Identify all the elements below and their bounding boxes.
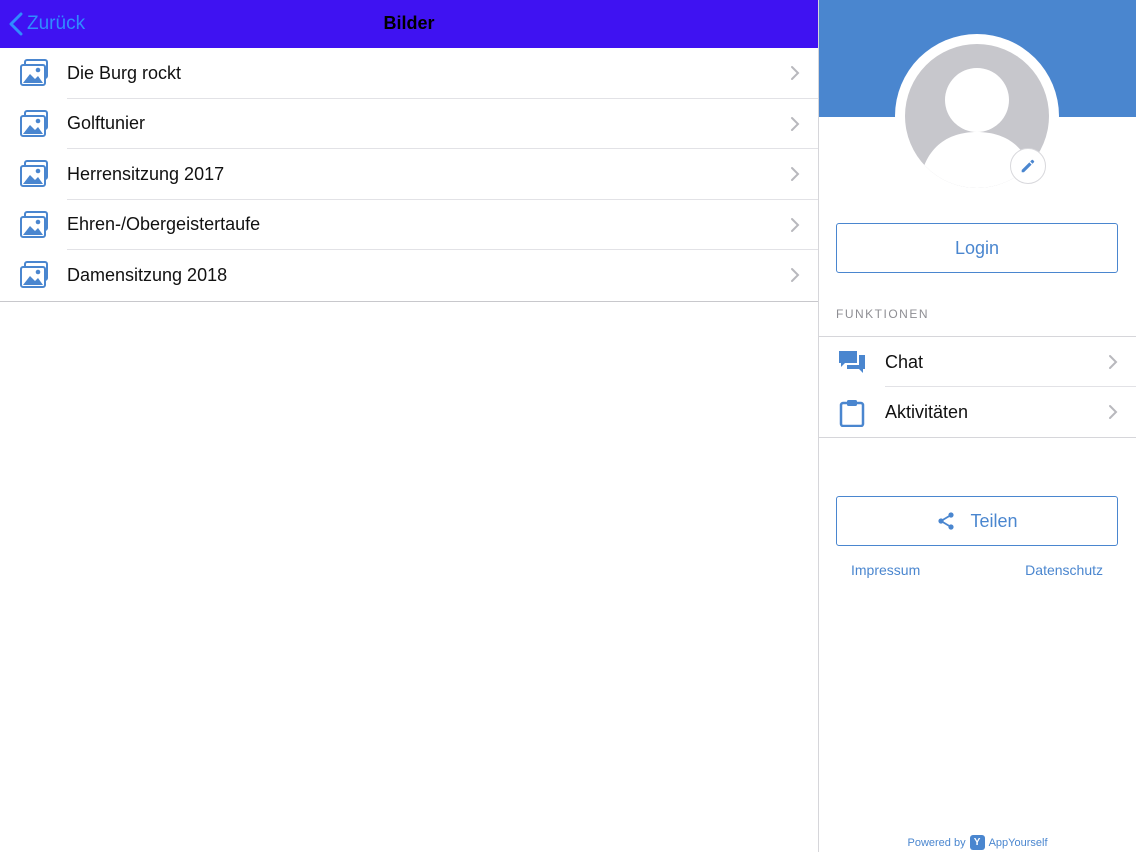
photo-album-icon [20,160,48,187]
album-item[interactable]: Damensitzung 2018 [0,250,818,301]
chevron-right-icon [791,66,800,81]
edit-avatar-button[interactable] [1010,148,1046,184]
share-label: Teilen [970,510,1018,531]
login-button[interactable]: Login [836,223,1118,273]
chevron-right-icon [1109,405,1118,419]
album-item[interactable]: Die Burg rockt [0,48,818,99]
photo-album-icon [20,210,48,238]
appyourself-logo-icon: Y [969,835,985,850]
side-menu: Login FUNKTIONEN Chat Aktivitäten Teilen… [819,0,1136,852]
menu-item-aktivitaeten[interactable]: Aktivitäten [819,387,1136,437]
section-title: FUNKTIONEN [836,307,929,321]
datenschutz-link[interactable]: Datenschutz [1025,562,1103,578]
powered-by-footer[interactable]: Powered by Y AppYourself [819,835,1136,850]
gallery-pane: Zurück Bilder Die Burg rockt Golftunier … [0,0,818,852]
album-item[interactable]: Golftunier [0,99,818,149]
photo-album-icon [20,109,48,137]
login-label: Login [954,237,1000,258]
chevron-right-icon [791,217,800,232]
navigation-bar: Zurück Bilder [0,0,818,48]
share-icon [938,512,955,530]
impressum-link[interactable]: Impressum [851,562,920,578]
menu-label: Chat [885,351,924,372]
brand-label: AppYourself [988,836,1048,849]
photo-album-icon [20,59,48,86]
powered-by-label: Powered by [907,836,966,849]
chevron-right-icon [791,116,800,131]
share-button[interactable]: Teilen [836,496,1118,546]
album-label: Golftunier [67,113,146,134]
app-window: Zurück Bilder Die Burg rockt Golftunier … [0,0,1136,852]
album-item[interactable]: Ehren-/Obergeistertaufe [0,200,818,250]
pencil-icon [1021,159,1035,173]
chevron-right-icon [791,167,800,182]
album-label: Herrensitzung 2017 [67,163,225,184]
page-title: Bilder [383,13,435,33]
album-label: Die Burg rockt [67,62,182,83]
menu-label: Aktivitäten [885,401,969,422]
menu-item-chat[interactable]: Chat [819,337,1136,387]
album-list: Die Burg rockt Golftunier Herrensitzung … [0,48,818,302]
album-label: Ehren-/Obergeistertaufe [67,214,261,235]
chevron-right-icon [791,268,800,283]
photo-album-icon [20,261,48,288]
functions-menu: Chat Aktivitäten [819,336,1136,438]
chat-icon [839,351,865,373]
clipboard-icon [839,400,865,427]
album-label: Damensitzung 2018 [67,264,228,285]
album-item[interactable]: Herrensitzung 2017 [0,149,818,200]
chevron-right-icon [1109,355,1118,369]
